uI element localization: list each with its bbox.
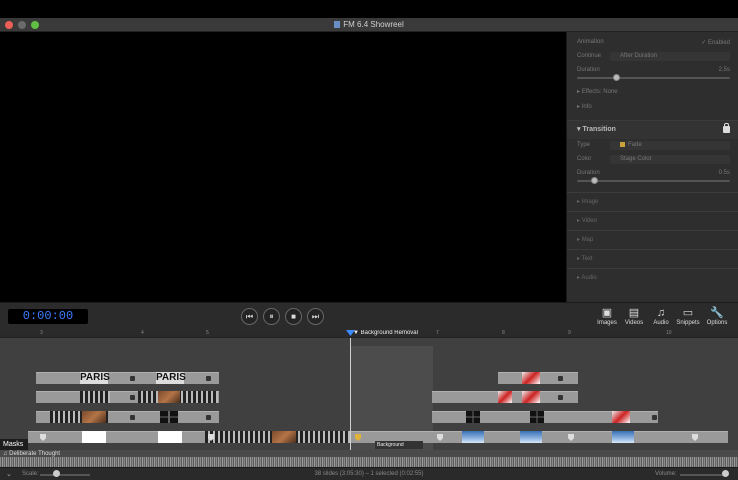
skip-forward-button[interactable]: ⏭ <box>307 308 324 325</box>
mask-clip[interactable] <box>158 431 182 443</box>
lock-icon <box>130 376 135 381</box>
options-tool-button[interactable]: 🔧 Options <box>704 306 730 330</box>
images-tool-button[interactable]: ▣ Images <box>594 306 620 330</box>
videos-icon: ▤ <box>628 307 640 319</box>
continue-row: Continue After Duration <box>577 52 730 62</box>
transition-duration-row: Duration 0.5s <box>577 170 730 176</box>
continue-select[interactable]: After Duration <box>610 52 730 61</box>
title-bar: FM 6.4 Showreel <box>0 18 738 32</box>
volume-slider-knob[interactable] <box>722 470 729 477</box>
status-bar: ⌄ Scale: 38 slides (3:05:30) – 1 selecte… <box>0 467 738 480</box>
transition-duration-slider[interactable] <box>577 177 730 184</box>
image-clip[interactable] <box>160 411 178 423</box>
transition-type-select[interactable]: Fade <box>610 141 730 150</box>
layer-band[interactable] <box>36 372 219 384</box>
video-clip[interactable] <box>80 391 110 403</box>
lock-icon <box>558 395 563 400</box>
paris-title-clip[interactable]: PARIS <box>80 372 110 384</box>
audio-track-label: ♫ Deliberate Thought <box>3 451 61 457</box>
audio-icon: ♫ <box>656 307 666 319</box>
playback-controls-bar: 0:00:00 ⏮ ⏸ ■ ⏭ ▣ Images ▤ Videos ♫ Audio ▭… <box>0 302 738 330</box>
inspector-panel: Animation ✓ Enabled Continue After Durat… <box>566 32 738 302</box>
fade-icon <box>620 142 625 147</box>
document-icon <box>334 21 341 28</box>
animation-toggle[interactable]: ✓ Enabled <box>701 39 730 46</box>
audio-track[interactable]: ♫ Deliberate Thought <box>0 450 738 467</box>
effects-row[interactable]: ▸ Effects: None <box>577 87 730 97</box>
timeline[interactable]: 3 4 5 7 8 9 10 PARIS PARIS Masks Backgro… <box>0 330 738 467</box>
ruler-tick: 10 <box>666 330 672 336</box>
volume-slider[interactable] <box>680 474 728 476</box>
image-clip[interactable] <box>466 411 480 423</box>
stage-viewer[interactable] <box>0 32 566 302</box>
music-note-icon: ♫ <box>3 451 8 457</box>
image-clip[interactable] <box>612 431 634 443</box>
slide-summary: 38 slides (3:05:30) – 1 selected (0:02:5… <box>314 471 424 477</box>
paris-title-clip[interactable]: PARIS <box>156 372 186 384</box>
image-clip[interactable] <box>522 391 540 403</box>
map-section-header[interactable]: ▸ Map <box>567 230 738 249</box>
transition-slider-knob[interactable] <box>591 177 598 184</box>
audio-tool-button[interactable]: ♫ Audio <box>648 306 674 330</box>
duration-slider[interactable] <box>577 74 730 81</box>
video-section-header[interactable]: ▸ Video <box>567 211 738 230</box>
ruler-tick: 9 <box>568 330 571 336</box>
pause-icon: ⏸ <box>269 312 274 321</box>
background-removal-clip[interactable]: Background Removal <box>375 441 423 456</box>
audio-section-header[interactable]: ▸ Audio <box>567 268 738 287</box>
images-icon: ▣ <box>601 307 613 319</box>
transition-color-select[interactable]: Stage Color <box>610 155 730 164</box>
timecode-display: 0:00:00 <box>8 309 88 324</box>
wrench-icon: 🔧 <box>710 307 724 319</box>
image-clip[interactable] <box>462 431 484 443</box>
stop-button[interactable]: ■ <box>285 308 302 325</box>
lock-icon <box>130 395 135 400</box>
lock-icon <box>558 376 563 381</box>
timeline-marker-label[interactable]: ▼ Background Removal <box>353 330 418 336</box>
lock-icon <box>652 415 657 420</box>
transition-type-row: Type Fade <box>577 141 730 151</box>
audio-waveform <box>0 457 738 467</box>
lock-icon <box>130 415 135 420</box>
screen-top-band <box>0 0 738 18</box>
snippets-icon: ▭ <box>682 307 694 319</box>
image-section-header[interactable]: ▸ Image <box>567 192 738 211</box>
animation-row: Animation ✓ Enabled <box>577 39 730 46</box>
lock-icon[interactable] <box>723 123 730 133</box>
lock-icon <box>206 376 211 381</box>
window-title: FM 6.4 Showreel <box>0 20 738 29</box>
ruler-tick: 3 <box>40 330 43 336</box>
volume-label: Volume: <box>655 471 677 477</box>
image-clip[interactable] <box>272 431 296 443</box>
text-section-header[interactable]: ▸ Text <box>567 249 738 268</box>
ruler-tick: 5 <box>206 330 209 336</box>
videos-tool-button[interactable]: ▤ Videos <box>621 306 647 330</box>
duration-row: Duration 2.5s <box>577 67 730 73</box>
info-row[interactable]: ▸ Info <box>577 102 730 112</box>
lock-icon <box>206 415 211 420</box>
skip-back-icon: ⏮ <box>245 312 254 321</box>
stop-icon: ■ <box>291 312 296 321</box>
ruler-tick: 7 <box>436 330 439 336</box>
image-clip[interactable] <box>522 372 540 384</box>
ruler-tick: 8 <box>502 330 505 336</box>
pause-button[interactable]: ⏸ <box>263 308 280 325</box>
skip-back-button[interactable]: ⏮ <box>241 308 258 325</box>
track-area[interactable]: PARIS PARIS Masks Background ♫ Deliberat… <box>0 338 738 467</box>
image-clip[interactable] <box>520 431 542 443</box>
playhead-line[interactable] <box>350 338 351 467</box>
masks-layer-label[interactable]: Masks <box>0 439 28 450</box>
image-clip[interactable] <box>82 411 106 423</box>
image-clip[interactable] <box>612 411 630 423</box>
skip-forward-icon: ⏭ <box>311 312 320 321</box>
duration-slider-knob[interactable] <box>613 74 620 81</box>
image-clip[interactable] <box>158 391 180 403</box>
image-clip[interactable] <box>498 391 512 403</box>
ruler-tick: 4 <box>141 330 144 336</box>
mask-clip[interactable] <box>82 431 106 443</box>
transition-section-header[interactable]: ▾ Transition <box>567 120 738 139</box>
snippets-tool-button[interactable]: ▭ Snippets <box>675 306 701 330</box>
image-clip[interactable] <box>530 411 544 423</box>
transition-color-row: Color Stage Color <box>577 155 730 165</box>
